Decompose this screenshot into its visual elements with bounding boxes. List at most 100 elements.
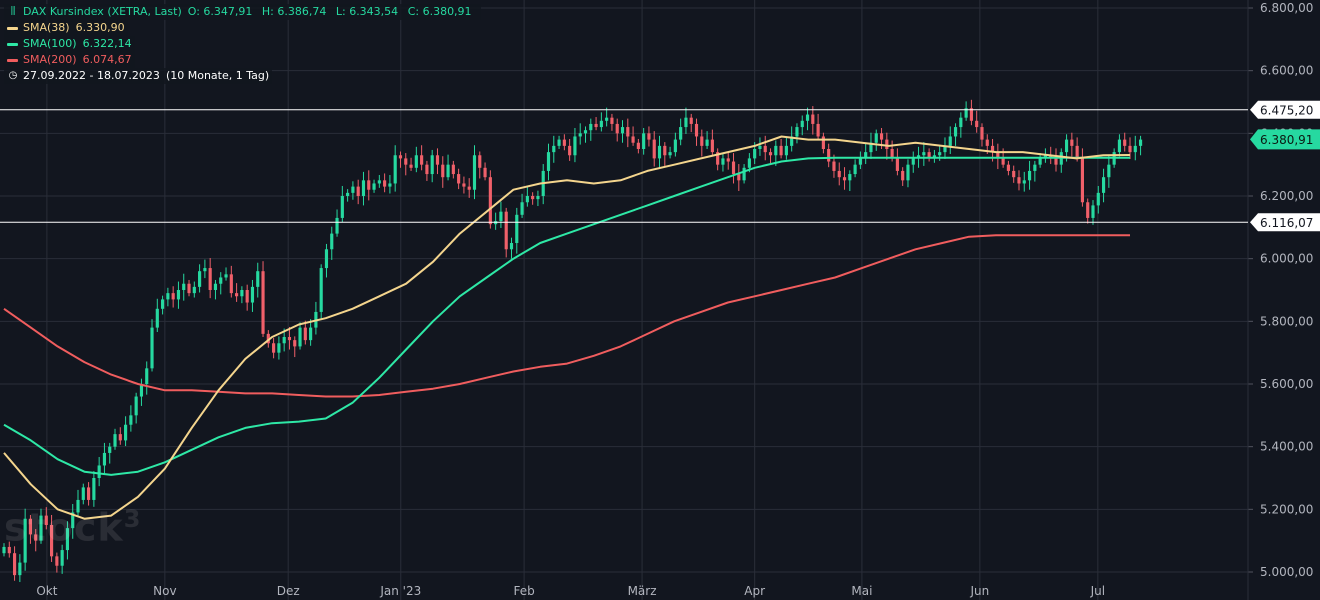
candle-body	[838, 171, 841, 177]
candle-body	[103, 453, 106, 466]
candle-body	[1091, 205, 1094, 218]
candle-body	[1097, 193, 1100, 206]
candle-body	[536, 196, 539, 199]
candle-body	[1012, 171, 1015, 177]
candle-body	[13, 553, 16, 575]
candle-body	[764, 146, 767, 152]
candle-body	[669, 152, 672, 155]
candle-body	[113, 434, 116, 447]
candle-body	[600, 121, 603, 127]
candle-body	[912, 158, 915, 164]
candle-body	[743, 168, 746, 181]
candle-body	[605, 118, 608, 121]
candle-body	[520, 202, 523, 215]
sma100-label: SMA(100)	[23, 36, 77, 52]
candle-body	[309, 328, 312, 341]
candle-body	[938, 152, 941, 155]
candle-body	[172, 293, 175, 299]
close-value: C: 6.380,91	[408, 5, 472, 18]
legend-sma100-row[interactable]: SMA(100) 6.322,14	[4, 36, 135, 52]
chart-container[interactable]: 5.000,005.200,005.400,005.600,005.800,00…	[0, 0, 1320, 600]
candle-body	[663, 146, 666, 155]
candle-body	[240, 290, 243, 296]
y-tick-label: 6.200,00	[1260, 189, 1313, 203]
candle-body	[769, 152, 772, 155]
candle-body	[87, 487, 90, 500]
candle-body	[616, 124, 619, 133]
candle-body	[288, 337, 291, 340]
candle-body	[108, 447, 111, 453]
candle-body	[182, 284, 185, 290]
candle-body	[446, 165, 449, 178]
x-tick-label: März	[628, 584, 657, 598]
candle-body	[462, 183, 465, 186]
candle-body	[177, 290, 180, 299]
candle-body	[1039, 158, 1042, 164]
candle-body	[1128, 146, 1131, 152]
candle-body	[901, 171, 904, 180]
candle-body	[843, 177, 846, 180]
range-info: (10 Monate, 1 Tag)	[166, 68, 269, 84]
candle-body	[679, 127, 682, 140]
y-tick-label: 5.400,00	[1260, 440, 1313, 454]
candle-body	[811, 115, 814, 124]
candle-body	[684, 118, 687, 127]
candle-body	[806, 115, 809, 121]
candle-body	[203, 268, 206, 271]
candle-body	[251, 287, 254, 303]
candle-body	[187, 284, 190, 293]
candle-body	[859, 158, 862, 164]
y-tick-label: 5.600,00	[1260, 377, 1313, 391]
candle-body	[737, 174, 740, 180]
chart-legend: ⫼ DAX Kursindex (XETRA, Last) O: 6.347,9…	[4, 4, 481, 84]
candle-body	[441, 165, 444, 178]
candle-body	[959, 118, 962, 127]
candle-body	[1107, 165, 1110, 178]
candle-body	[827, 149, 830, 162]
candle-body	[341, 196, 344, 218]
x-tick-label: Jan '23	[379, 584, 421, 598]
candle-body	[1076, 146, 1079, 159]
candle-body	[277, 343, 280, 352]
y-tick-label: 5.200,00	[1260, 502, 1313, 516]
candles-icon: ⫼	[7, 4, 19, 20]
candle-body	[706, 140, 709, 146]
candle-body	[420, 155, 423, 164]
candle-body	[594, 124, 597, 127]
candle-body	[795, 127, 798, 136]
candle-body	[880, 133, 883, 139]
candle-body	[727, 158, 730, 161]
candle-body	[817, 124, 820, 137]
candle-body	[1118, 140, 1121, 153]
candle-body	[975, 121, 978, 127]
x-tick-label: Okt	[36, 584, 57, 598]
legend-sma200-row[interactable]: SMA(200) 6.074,67	[4, 52, 135, 68]
candle-body	[489, 177, 492, 224]
legend-sma38-row[interactable]: SMA(38) 6.330,90	[4, 20, 128, 36]
y-tick-label: 5.000,00	[1260, 565, 1313, 579]
candle-body	[166, 293, 169, 299]
candle-body	[55, 556, 58, 565]
candle-body	[388, 183, 391, 186]
candle-body	[330, 234, 333, 250]
candle-body	[98, 465, 101, 478]
candle-body	[198, 271, 201, 287]
candle-body	[256, 271, 259, 287]
sma100-value: 6.322,14	[83, 36, 132, 52]
candle-body	[573, 136, 576, 155]
x-tick-label: Mai	[851, 584, 872, 598]
candle-body	[690, 118, 693, 124]
candle-body	[711, 140, 714, 153]
candle-body	[92, 478, 95, 500]
candle-body	[822, 136, 825, 149]
candle-body	[473, 155, 476, 189]
x-tick-label: Dez	[277, 584, 300, 598]
candle-body	[394, 155, 397, 183]
candle-body	[1081, 158, 1084, 202]
candle-body	[980, 127, 983, 140]
candlestick-chart[interactable]: 5.000,005.200,005.400,005.600,005.800,00…	[0, 0, 1320, 600]
candle-body	[505, 212, 508, 250]
candle-body	[658, 146, 661, 159]
candle-body	[832, 162, 835, 171]
candle-body	[283, 337, 286, 343]
